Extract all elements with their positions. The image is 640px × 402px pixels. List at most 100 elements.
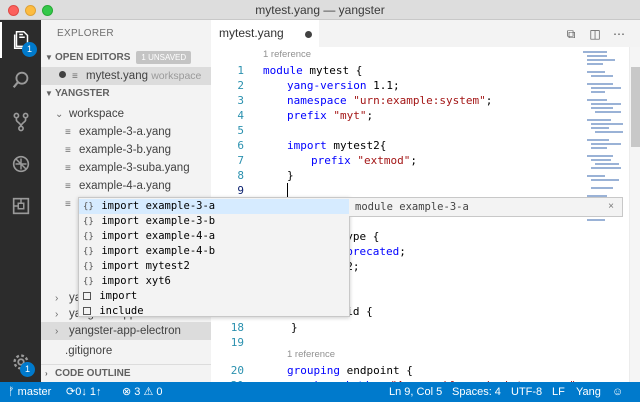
chevron-right-icon: ›: [55, 326, 59, 337]
snippet-icon: {}: [83, 217, 94, 227]
tab-mytest[interactable]: mytest.yang: [211, 20, 319, 47]
explorer-activity[interactable]: 1: [0, 22, 41, 58]
close-icon[interactable]: ×: [608, 198, 614, 216]
code-line: 5: [211, 123, 591, 138]
open-editors-header[interactable]: ▼ OPEN EDITORS 1 UNSAVED: [41, 49, 211, 67]
folder-yangster-app-electron[interactable]: › yangster-app-electron: [41, 322, 211, 340]
code-text: mytest2{: [326, 139, 387, 152]
unsaved-dot-icon[interactable]: [305, 31, 312, 38]
suggestion-item[interactable]: {} import example-3-b: [79, 214, 349, 229]
string-literal: "extmod": [357, 154, 411, 167]
sync-icon: ⟳: [66, 386, 76, 398]
text-cursor: [287, 183, 288, 198]
open-editor-folder: workspace: [151, 70, 202, 82]
line-number: 18: [230, 321, 244, 334]
suggestion-item[interactable]: include: [79, 304, 349, 319]
suggestion-label: import example-4-a: [101, 230, 216, 242]
suggestion-item[interactable]: import: [79, 289, 349, 304]
split-editor-icon[interactable]: ◫: [587, 26, 603, 42]
code-text: }: [287, 169, 294, 182]
code-outline-label: CODE OUTLINE: [55, 368, 131, 379]
status-bar: ᚠ master ⟳0↓ 1↑ ⊗ 3 ⚠ 0 Ln 9, Col 5 Spac…: [0, 382, 640, 402]
smiley-icon[interactable]: ☺: [612, 382, 623, 402]
more-actions-icon[interactable]: ⋯: [611, 26, 627, 42]
sync-indicator[interactable]: ⟳0↓ 1↑: [66, 382, 102, 402]
string-literal: "urn:example:system": [353, 94, 486, 107]
code-line: 1 module mytest {: [211, 63, 591, 78]
suggestion-item[interactable]: {} import example-4-a: [79, 229, 349, 244]
file-item[interactable]: ≡ example-3-b.yang: [41, 141, 211, 159]
encoding[interactable]: UTF-8: [511, 382, 542, 402]
snippet-icon: {}: [83, 262, 94, 272]
keyword: prefix: [311, 154, 351, 167]
snippet-icon: {}: [83, 277, 94, 287]
extensions-activity[interactable]: [0, 188, 41, 224]
line-number: 19: [230, 336, 244, 349]
folder-electron-label: yangster-app-electron: [69, 325, 181, 337]
keyword: module: [263, 64, 303, 77]
keyword: grouping: [287, 364, 340, 377]
suggestion-label: include: [99, 305, 144, 317]
file-item[interactable]: ≡ example-3-a.yang: [41, 123, 211, 141]
line-number: 2: [237, 79, 244, 92]
suggestion-item[interactable]: {} import example-3-a: [79, 199, 349, 214]
suggestion-label: import example-3-b: [101, 215, 216, 227]
settings-activity[interactable]: 1: [0, 344, 41, 380]
indentation[interactable]: Spaces: 4: [452, 382, 501, 402]
code-line: 19: [211, 335, 591, 350]
explorer-badge: 1: [22, 42, 37, 57]
cursor-position[interactable]: Ln 9, Col 5: [389, 382, 442, 402]
suggestion-item[interactable]: {} import example-4-b: [79, 244, 349, 259]
debug-activity[interactable]: [0, 146, 41, 182]
file-name: example-3-a.yang: [79, 126, 172, 138]
suggestion-item[interactable]: {} import xyt6: [79, 274, 349, 289]
file-name: example-4-a.yang: [79, 180, 172, 192]
code-line: 4 prefix "myt";: [211, 108, 591, 123]
folder-workspace[interactable]: ⌄ workspace: [41, 105, 211, 123]
codelens-references[interactable]: 1 reference: [287, 349, 335, 360]
codelens-references[interactable]: 1 reference: [263, 49, 311, 60]
snippet-icon: {}: [83, 232, 94, 242]
code-text: mytest {: [302, 64, 363, 77]
file-item[interactable]: ≡ example-3-suba.yang: [41, 159, 211, 177]
file-gitignore[interactable]: .gitignore: [41, 342, 211, 360]
file-name: example-3-suba.yang: [79, 162, 190, 174]
bug-icon: [12, 155, 29, 173]
yangster-header[interactable]: ▼ YANGSTER: [41, 85, 211, 103]
autocomplete-list: {} import example-3-a {} import example-…: [78, 197, 350, 317]
file-lines-icon: ≡: [65, 163, 71, 174]
suggestion-item[interactable]: {} import mytest2: [79, 259, 349, 274]
file-lines-icon: ≡: [65, 199, 71, 210]
language-mode[interactable]: Yang: [576, 382, 601, 402]
file-lines-icon: ≡: [65, 145, 71, 156]
problems-indicator[interactable]: ⊗ 3 ⚠ 0: [122, 382, 162, 402]
code-text: ;: [399, 245, 406, 258]
keyword: namespace: [287, 94, 347, 107]
file-item[interactable]: ≡ example-4-a.yang: [41, 177, 211, 195]
code-line: 7 prefix "extmod";: [211, 153, 591, 168]
suggestion-label: import mytest2: [101, 260, 190, 272]
search-activity[interactable]: [0, 62, 41, 98]
line-number: 5: [237, 124, 244, 137]
vertical-scrollbar[interactable]: [629, 47, 640, 382]
scrollbar-thumb[interactable]: [631, 67, 640, 147]
line-number: 7: [237, 154, 244, 167]
line-number: 8: [237, 169, 244, 182]
line-number: 20: [230, 364, 244, 377]
branch-indicator[interactable]: ᚠ master: [8, 382, 51, 402]
open-changes-icon[interactable]: ⧉: [563, 26, 579, 42]
code-outline-header[interactable]: › CODE OUTLINE: [41, 364, 211, 382]
keyword-icon: [83, 307, 91, 315]
open-editor-item[interactable]: ≡ mytest.yang workspace: [41, 67, 211, 85]
line-ending[interactable]: LF: [552, 382, 565, 402]
line-number: 1: [237, 64, 244, 77]
chevron-down-icon: ⌄: [55, 109, 64, 120]
code-text: 1.1;: [366, 79, 400, 92]
snippet-icon: {}: [83, 202, 94, 212]
suggestion-label: import example-3-a: [101, 200, 216, 212]
git-branch-icon: ᚠ: [8, 386, 15, 398]
source-control-activity[interactable]: [0, 104, 41, 140]
code-line: 9: [211, 183, 591, 198]
code-line: 2 yang-version 1.1;: [211, 78, 591, 93]
suggestion-label: import example-4-b: [101, 245, 216, 257]
